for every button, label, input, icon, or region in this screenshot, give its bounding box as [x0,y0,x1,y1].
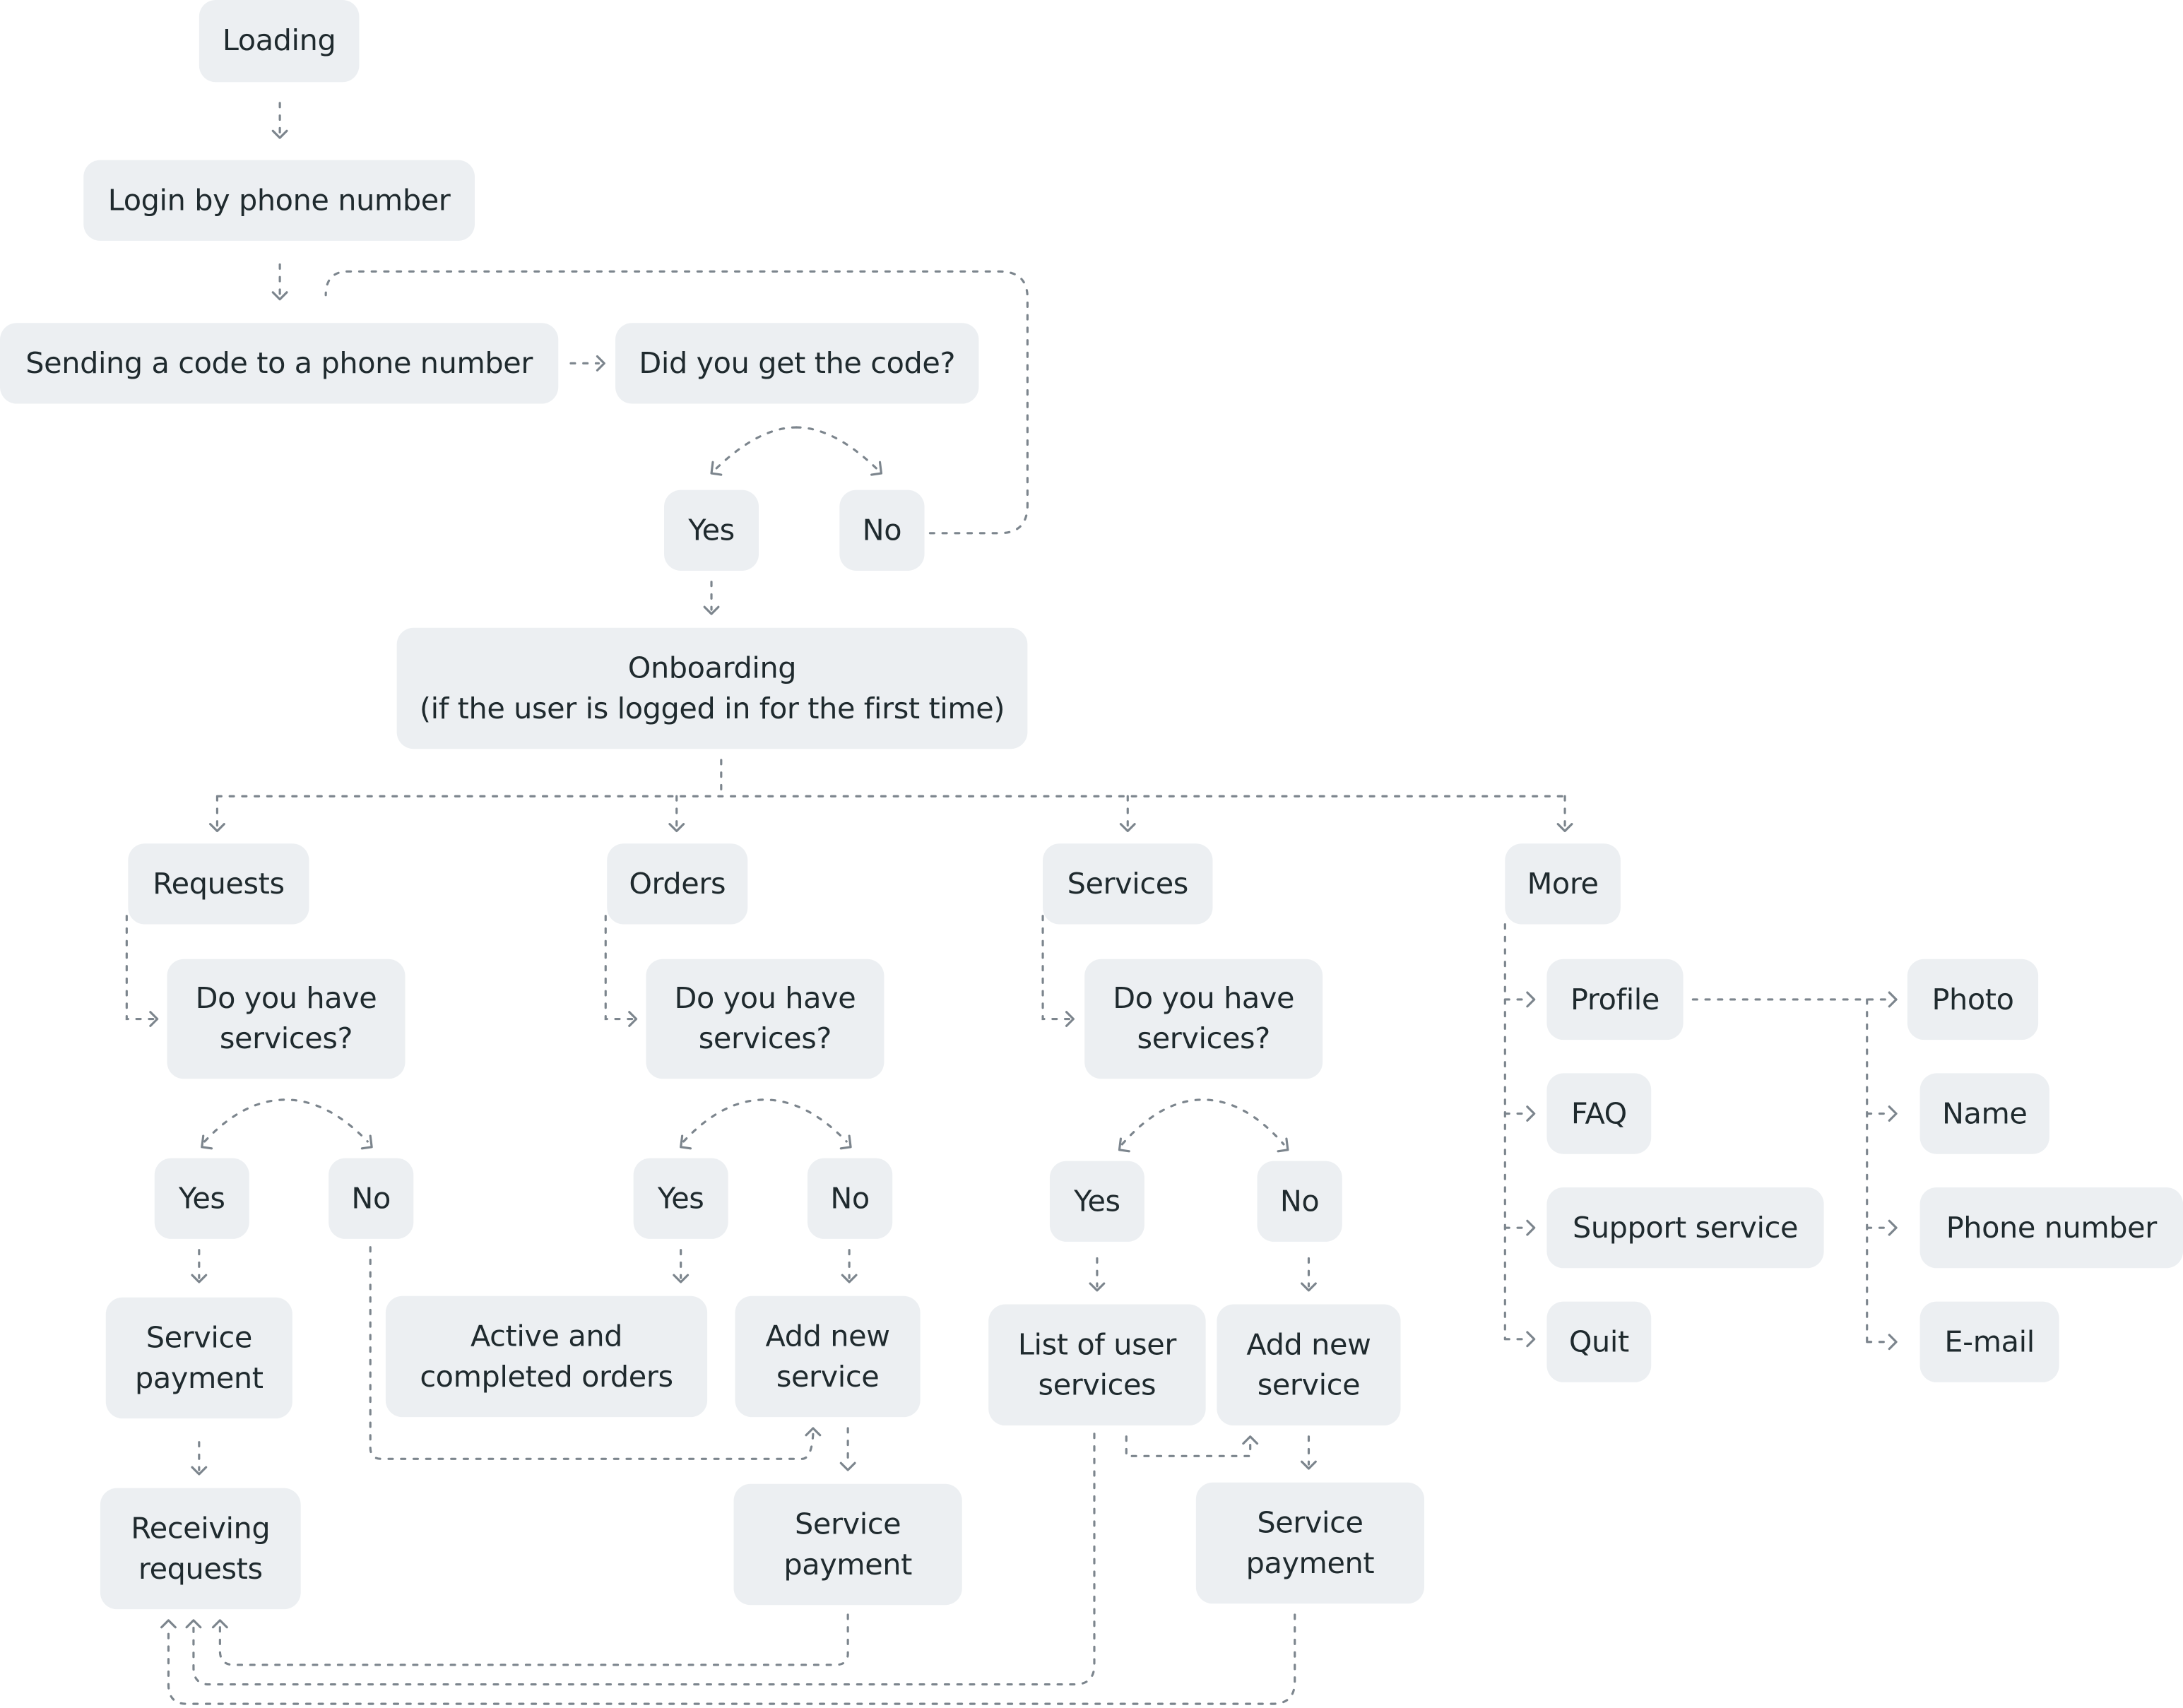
connector-orders-question [604,915,634,1021]
node-receiving-requests[interactable]: Receiving requests [100,1488,301,1610]
node-orders-no[interactable]: No [807,1158,893,1239]
connector-srv-split [1120,1098,1285,1146]
node-loading[interactable]: Loading [199,0,360,83]
node-services-yes[interactable]: Yes [1049,1161,1144,1242]
arrow-right-icon [1526,1219,1536,1236]
arrow-down-icon [839,1461,856,1471]
connector-srv-payment-receiving [167,1613,1296,1705]
node-list-of-user-services[interactable]: List of user services [988,1304,1206,1425]
node-code-yes[interactable]: Yes [664,490,759,571]
connector-req-split [203,1098,369,1143]
arrow-right-icon [1888,1105,1898,1122]
node-requests[interactable]: Requests [128,843,309,925]
node-support-service[interactable]: Support service [1546,1187,1824,1269]
arrow-right-icon [1888,991,1898,1008]
connector-list-add [1125,1435,1252,1457]
connector-onboarding-bus [215,759,1566,829]
arrow-right-icon [1526,991,1536,1008]
node-orders[interactable]: Orders [607,843,748,925]
connector-requests-question [125,915,155,1021]
node-phone-number[interactable]: Phone number [1919,1187,2183,1269]
node-orders-add-new-service[interactable]: Add new service [735,1295,921,1418]
node-requests-service-payment[interactable]: Service payment [105,1297,292,1419]
node-login-by-phone[interactable]: Login by phone number [83,160,475,241]
arrow-right-icon [1526,1331,1536,1348]
arrow-right-icon [1888,1334,1898,1351]
arrow-up-icon [1242,1435,1259,1445]
connector-profile-fields [1691,998,1892,1344]
node-requests-question[interactable]: Do you have services? [167,959,406,1079]
arrow-right-icon [1526,1105,1536,1122]
node-email[interactable]: E-mail [1919,1301,2059,1382]
node-services[interactable]: Services [1043,843,1213,925]
node-photo[interactable]: Photo [1907,959,2039,1040]
node-profile[interactable]: Profile [1546,959,1684,1040]
node-orders-yes[interactable]: Yes [633,1158,728,1239]
node-more[interactable]: More [1505,843,1621,925]
node-active-completed-orders[interactable]: Active and completed orders [385,1295,708,1418]
arrow-right-icon [1888,1219,1898,1236]
node-orders-service-payment[interactable]: Service payment [733,1483,962,1606]
node-services-question[interactable]: Do you have services? [1084,959,1323,1079]
node-faq[interactable]: FAQ [1546,1073,1652,1154]
connector-ord-split [682,1098,848,1143]
node-did-you-get-code[interactable]: Did you get the code? [615,323,979,404]
node-services-service-payment[interactable]: Service payment [1195,1482,1425,1604]
flowchart-canvas: Loading Login by phone number Sending a … [0,0,2183,1708]
connector-didget-yes [714,426,798,470]
node-services-no[interactable]: No [1257,1161,1342,1242]
node-orders-question[interactable]: Do you have services? [646,959,885,1079]
connector-ord-payment-receiving [218,1613,849,1666]
arrow-up-icon [160,1619,177,1629]
node-onboarding[interactable]: Onboarding (if the user is logged in for… [396,627,1028,749]
arrow-up-icon [185,1619,202,1629]
connector-more-menu [1503,923,1532,1341]
node-sending-code[interactable]: Sending a code to a phone number [0,323,559,404]
connector-didget-no [795,426,879,470]
node-quit[interactable]: Quit [1546,1301,1652,1382]
node-requests-yes[interactable]: Yes [154,1158,249,1239]
node-services-add-new-service[interactable]: Add new service [1217,1304,1401,1425]
connector-services-question [1041,915,1071,1021]
node-requests-no[interactable]: No [329,1158,414,1239]
node-name[interactable]: Name [1919,1073,2049,1154]
node-code-no[interactable]: No [839,490,925,571]
